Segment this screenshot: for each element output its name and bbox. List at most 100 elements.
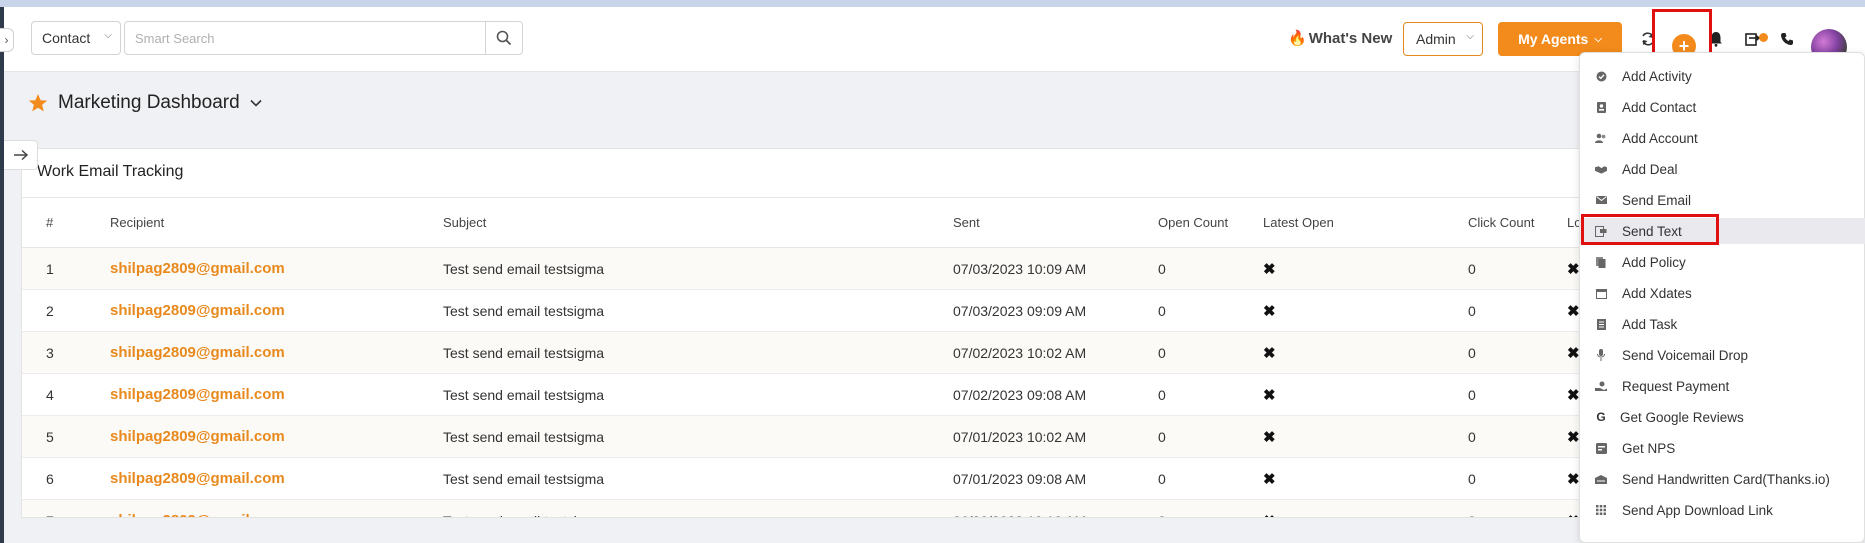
sidebar-expand-toggle[interactable]: ›	[0, 28, 14, 52]
column-header[interactable]: Click Count	[1468, 197, 1567, 248]
row-number: 3	[22, 331, 110, 374]
inbox-icon	[1745, 33, 1760, 46]
column-header[interactable]: #	[22, 197, 110, 248]
table-row: 7 shilpag2809@gmail.com Test send email …	[22, 499, 1580, 517]
menu-item-send-email[interactable]: Send Email	[1580, 187, 1865, 213]
my-agents-label: My Agents	[1518, 31, 1589, 47]
menu-item-label: Send Handwritten Card(Thanks.io)	[1622, 471, 1830, 487]
recipient-link[interactable]: shilpag2809@gmail.com	[110, 457, 443, 500]
menu-item-label: Add Deal	[1622, 161, 1678, 177]
menu-item-send-voicemail-drop[interactable]: Send Voicemail Drop	[1580, 342, 1865, 368]
menu-item-send-handwritten-card[interactable]: Send Handwritten Card(Thanks.io)	[1580, 466, 1865, 492]
menu-item-get-nps[interactable]: Get NPS	[1580, 435, 1865, 461]
latest-open-cell: ✖	[1263, 457, 1468, 500]
sent-cell: 07/01/2023 10:02 AM	[953, 415, 1158, 458]
latest-open-cell: ✖	[1263, 289, 1468, 332]
menu-item-label: Add Activity	[1622, 68, 1692, 84]
users-icon	[1595, 132, 1607, 144]
recipient-link[interactable]: shilpag2809@gmail.com	[110, 499, 443, 517]
column-header[interactable]: Open Count	[1158, 197, 1263, 248]
subject-cell: Test send email testsigma	[443, 499, 953, 517]
row-number: 2	[22, 289, 110, 332]
dashboard-title: Marketing Dashboard	[58, 92, 240, 113]
recipient-link[interactable]: shilpag2809@gmail.com	[110, 415, 443, 458]
latest-open-cell: ✖	[1263, 499, 1468, 517]
admin-select-value: Admin	[1416, 31, 1456, 47]
table-row: 3 shilpag2809@gmail.com Test send email …	[22, 331, 1580, 374]
email-tracking-table: # Recipient Subject Sent Open Count Late…	[22, 197, 1580, 517]
phone-button[interactable]	[1777, 29, 1797, 49]
recipient-link[interactable]: shilpag2809@gmail.com	[110, 331, 443, 374]
click-count-cell: 0	[1468, 373, 1567, 416]
column-header[interactable]: Recipient	[110, 197, 443, 248]
work-email-tracking-card: Work Email Tracking # Recipient Subject …	[21, 148, 1581, 518]
admin-select[interactable]: Admin ⌵	[1403, 22, 1483, 56]
subject-cell: Test send email testsigma	[443, 373, 953, 416]
notification-badge	[1759, 33, 1768, 42]
subject-cell: Test send email testsigma	[443, 415, 953, 458]
recipient-link[interactable]: shilpag2809@gmail.com	[110, 247, 443, 290]
left-sidebar-strip	[0, 7, 4, 543]
handshake-icon	[1595, 163, 1607, 175]
column-header[interactable]: Sent	[953, 197, 1158, 248]
whats-new-link[interactable]: 🔥 What's New	[1288, 29, 1393, 48]
calendar-icon	[1595, 287, 1607, 299]
arrow-right-icon	[13, 149, 28, 161]
document-icon	[1595, 256, 1607, 268]
menu-item-send-app-download-link[interactable]: Send App Download Link	[1580, 497, 1865, 523]
column-header[interactable]: Latest Open	[1263, 197, 1468, 248]
click-count-cell: 0	[1468, 415, 1567, 458]
search-button[interactable]	[485, 21, 523, 55]
latest-open-cell: ✖	[1263, 373, 1468, 416]
recipient-link[interactable]: shilpag2809@gmail.com	[110, 289, 443, 332]
column-header[interactable]: Subject	[443, 197, 953, 248]
star-icon	[28, 94, 48, 112]
menu-item-add-xdates[interactable]: Add Xdates	[1580, 280, 1865, 306]
fire-icon: 🔥	[1288, 30, 1307, 47]
whats-new-label: What's New	[1308, 29, 1393, 47]
sent-cell: 07/01/2023 09:08 AM	[953, 457, 1158, 500]
contact-type-select[interactable]: Contact ⌵	[31, 21, 121, 55]
table-row: 6 shilpag2809@gmail.com Test send email …	[22, 457, 1580, 500]
recipient-link[interactable]: shilpag2809@gmail.com	[110, 373, 443, 416]
subject-cell: Test send email testsigma	[443, 331, 953, 374]
row-number: 7	[22, 499, 110, 517]
subject-cell: Test send email testsigma	[443, 289, 953, 332]
menu-item-add-activity[interactable]: Add Activity	[1580, 63, 1865, 89]
open-count-cell: 0	[1158, 415, 1263, 458]
row-number: 1	[22, 247, 110, 290]
sent-cell: 07/02/2023 09:08 AM	[953, 373, 1158, 416]
smart-search-input[interactable]	[124, 21, 486, 55]
open-count-cell: 0	[1158, 499, 1263, 517]
grid-icon	[1595, 504, 1607, 516]
panel-expand-toggle[interactable]	[4, 140, 38, 170]
table-row: 5 shilpag2809@gmail.com Test send email …	[22, 415, 1580, 458]
menu-item-add-deal[interactable]: Add Deal	[1580, 156, 1865, 182]
menu-item-label: Add Xdates	[1622, 285, 1692, 301]
click-count-cell: 0	[1468, 289, 1567, 332]
sent-cell: 06/30/2023 10:10 AM	[953, 499, 1158, 517]
contact-select-value: Contact	[42, 30, 91, 46]
open-count-cell: 0	[1158, 373, 1263, 416]
menu-item-add-account[interactable]: Add Account	[1580, 125, 1865, 151]
menu-item-request-payment[interactable]: Request Payment	[1580, 373, 1865, 399]
search-icon	[496, 30, 512, 46]
menu-item-get-google-reviews[interactable]: G Get Google Reviews	[1580, 404, 1865, 430]
chevron-down-icon: ⌵	[104, 30, 112, 41]
google-icon: G	[1596, 410, 1606, 424]
sent-cell: 07/03/2023 09:09 AM	[953, 289, 1158, 332]
menu-item-add-policy[interactable]: Add Policy	[1580, 249, 1865, 275]
dashboard-selector[interactable]: Marketing Dashboard	[28, 92, 262, 114]
menu-item-add-contact[interactable]: Add Contact	[1580, 94, 1865, 120]
card-title: Work Email Tracking	[37, 163, 184, 180]
my-agents-button[interactable]: My Agents ⌵	[1498, 22, 1622, 56]
open-count-cell: 0	[1158, 289, 1263, 332]
quick-add-dropdown-menu: Add Activity Add Contact Add Account Add…	[1579, 52, 1865, 543]
click-count-cell: 0	[1468, 247, 1567, 290]
window-top-strip	[0, 0, 1865, 7]
quick-add-highlight-box	[1652, 9, 1712, 57]
menu-item-add-task[interactable]: Add Task	[1580, 311, 1865, 337]
click-count-cell: 0	[1468, 499, 1567, 517]
phone-icon	[1781, 33, 1793, 45]
menu-item-label: Add Task	[1622, 316, 1678, 332]
